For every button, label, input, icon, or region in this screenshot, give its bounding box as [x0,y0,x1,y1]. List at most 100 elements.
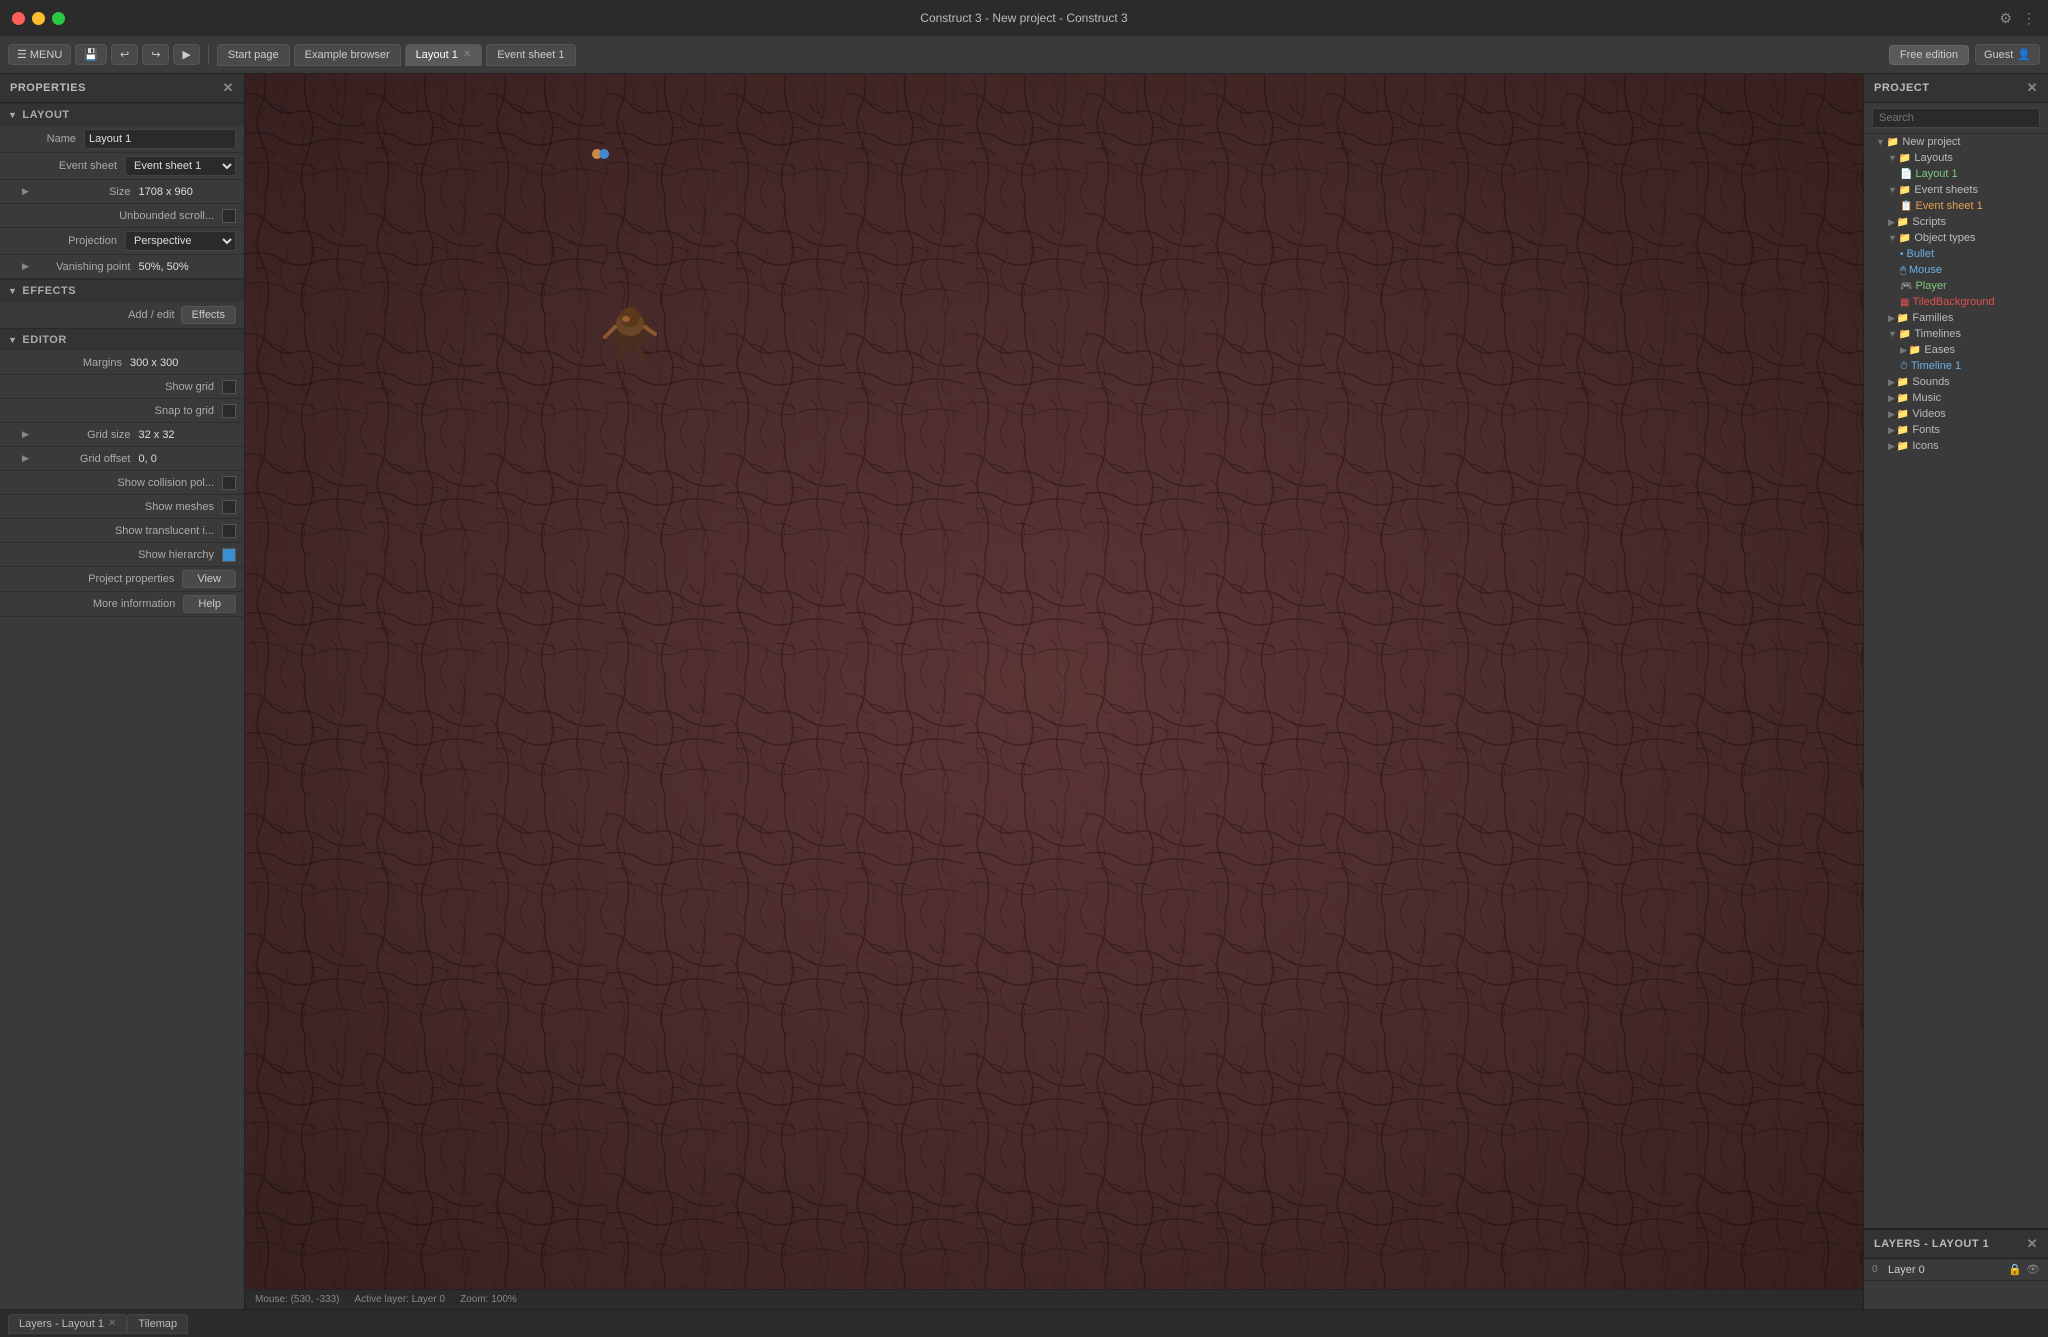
prop-translucent-row: Show translucent i... [0,519,244,543]
tree-item-eases[interactable]: ▶ 📁 Eases [1864,342,2048,358]
tab-layout-1-close[interactable]: ✕ [463,49,471,60]
prop-projection-row: Projection Perspective [0,228,244,255]
prop-translucent-checkbox[interactable] [222,524,236,538]
prop-name-input[interactable] [84,129,236,149]
player-label: Player [1915,280,1946,292]
prop-snap-grid-checkbox[interactable] [222,404,236,418]
prop-hierarchy-checkbox[interactable] [222,548,236,562]
prop-projection-select[interactable]: Perspective [125,231,236,251]
effects-button[interactable]: Effects [181,306,236,324]
new-project-label: New project [1902,136,1960,148]
bottom-tab-tilemap[interactable]: Tilemap [127,1314,188,1334]
bottom-tab-layers-close[interactable]: ✕ [108,1318,116,1329]
tree-item-videos[interactable]: ▶ 📁 Videos [1864,406,2048,422]
tab-layout-1[interactable]: Layout 1 ✕ [405,44,483,66]
tree-item-layouts[interactable]: ▼ 📁 Layouts [1864,150,2048,166]
section-layout[interactable]: ▼ LAYOUT [0,103,244,126]
layer-visibility-icon[interactable]: 👁 [2026,1263,2040,1276]
prop-name-label: Name [16,133,84,145]
save-button[interactable]: 💾 [75,44,107,65]
section-effects[interactable]: ▼ EFFECTS [0,279,244,302]
prop-show-grid-checkbox[interactable] [222,380,236,394]
layout-canvas-svg [245,74,1863,1289]
tree-item-layout-1[interactable]: 📄 Layout 1 [1864,166,2048,182]
project-panel-close[interactable]: ✕ [2027,80,2038,96]
more-options-icon[interactable]: ⋮ [2022,10,2036,27]
prop-project-props-label: Project properties [16,573,182,585]
tree-item-timelines[interactable]: ▼ 📁 Timelines [1864,326,2048,342]
section-editor[interactable]: ▼ EDITOR [0,328,244,351]
project-search-container [1864,103,2048,134]
minimize-button[interactable] [32,12,45,25]
tree-item-player[interactable]: 🎮 Player [1864,278,2048,294]
properties-panel-close[interactable]: ✕ [223,80,234,96]
prop-projection-label: Projection [16,235,125,247]
undo-button[interactable]: ↩ [111,44,138,65]
prop-more-info-row: More information Help [0,592,244,617]
free-edition-button[interactable]: Free edition [1889,45,1969,65]
tree-item-icons[interactable]: ▶ 📁 Icons [1864,438,2048,454]
tab-example-browser[interactable]: Example browser [294,44,401,66]
tree-item-object-types[interactable]: ▼ 📁 Object types [1864,230,2048,246]
prop-vanishing-row: ▶ Vanishing point 50%, 50% [0,255,244,279]
tree-item-new-project[interactable]: ▼ 📁 New project [1864,134,2048,150]
traffic-lights [12,12,65,25]
prop-vanishing-value: 50%, 50% [138,261,236,273]
families-folder-icon: 📁 [1897,313,1909,324]
fonts-folder-icon: 📁 [1897,425,1909,436]
prop-show-grid-row: Show grid [0,375,244,399]
tree-item-event-sheet-1[interactable]: 📋 Event sheet 1 [1864,198,2048,214]
layers-panel-close[interactable]: ✕ [2027,1236,2038,1252]
prop-event-sheet-select[interactable]: Event sheet 1 [125,156,236,176]
project-search-input[interactable] [1872,108,2040,128]
prop-event-sheet-label: Event sheet [16,160,125,172]
fonts-label: Fonts [1912,424,1940,436]
save-icon: 💾 [84,48,98,61]
maximize-button[interactable] [52,12,65,25]
prop-unbounded-row: Unbounded scroll... [0,204,244,228]
prop-size-label: Size [33,186,139,198]
guest-button[interactable]: Guest 👤 [1975,44,2040,65]
toolbar-divider [208,45,209,65]
tree-item-fonts[interactable]: ▶ 📁 Fonts [1864,422,2048,438]
tree-item-bullet[interactable]: • Bullet [1864,246,2048,262]
prop-grid-size-value: 32 x 32 [138,429,236,441]
tab-event-sheet-1[interactable]: Event sheet 1 [486,44,575,66]
fonts-arrow: ▶ [1888,425,1895,436]
play-button[interactable]: ▶ [173,44,199,65]
tree-item-scripts[interactable]: ▶ 📁 Scripts [1864,214,2048,230]
icons-arrow: ▶ [1888,441,1895,452]
prop-unbounded-checkbox[interactable] [222,209,236,223]
redo-button[interactable]: ↪ [142,44,169,65]
view-button[interactable]: View [182,570,236,588]
help-button[interactable]: Help [183,595,236,613]
prop-meshes-checkbox[interactable] [222,500,236,514]
tree-item-timeline-1[interactable]: ⏱ Timeline 1 [1864,358,2048,374]
layer-row-0[interactable]: 0 Layer 0 🔒 👁 [1864,1259,2048,1281]
bottom-tab-layers[interactable]: Layers - Layout 1 ✕ [8,1314,127,1334]
tree-item-mouse[interactable]: 🖱 Mouse [1864,262,2048,278]
layer-lock-icon[interactable]: 🔒 [2008,1263,2022,1276]
tab-start-page[interactable]: Start page [217,44,290,66]
tree-item-families[interactable]: ▶ 📁 Families [1864,310,2048,326]
prop-meshes-label: Show meshes [16,501,222,513]
tree-item-tiled-background[interactable]: ▦ TiledBackground [1864,294,2048,310]
settings-icon[interactable]: ⚙ [1999,10,2012,27]
prop-collision-checkbox[interactable] [222,476,236,490]
bottom-tabs-bar: Layers - Layout 1 ✕ Tilemap [0,1309,2048,1337]
close-button[interactable] [12,12,25,25]
layout-1-label: Layout 1 [1915,168,1957,180]
canvas-area[interactable]: Mouse: (530, -333) Active layer: Layer 0… [245,74,1863,1309]
tree-item-event-sheets[interactable]: ▼ 📁 Event sheets [1864,182,2048,198]
canvas-viewport[interactable] [245,74,1863,1289]
families-label: Families [1912,312,1953,324]
tree-item-music[interactable]: ▶ 📁 Music [1864,390,2048,406]
prop-margins-row: Margins 300 x 300 [0,351,244,375]
eases-folder-icon: 📁 [1909,345,1921,356]
layouts-arrow: ▼ [1888,153,1897,163]
layout-1-icon: 📄 [1900,169,1912,180]
bullet-label: Bullet [1907,248,1935,260]
tree-item-sounds[interactable]: ▶ 📁 Sounds [1864,374,2048,390]
timelines-arrow: ▼ [1888,329,1897,339]
menu-button[interactable]: ☰ MENU [8,44,71,65]
